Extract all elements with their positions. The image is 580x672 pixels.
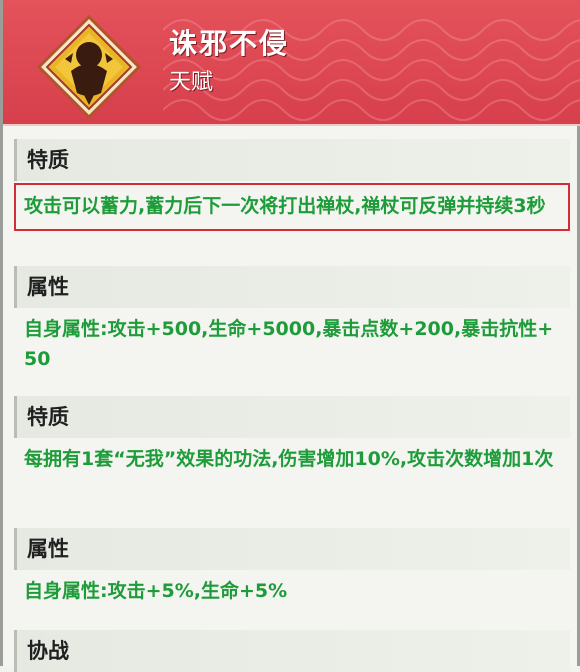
section-heading: 属性 — [14, 266, 570, 308]
talent-type-label: 天赋 — [169, 70, 214, 95]
talent-header: 诛邪不侵 天赋 — [3, 0, 580, 126]
attribute-section-1: 属性 自身属性:攻击+500,生命+5000,暴击点数+200,暴击抗性+50 — [14, 266, 570, 384]
talent-detail-panel: 诛邪不侵 天赋 特质 攻击可以蓄力,蓄力后下一次将打出禅杖,禅杖可反弹并持续3秒… — [0, 0, 580, 672]
section-text-highlighted: 攻击可以蓄力,蓄力后下一次将打出禅杖,禅杖可反弹并持续3秒 — [14, 183, 570, 231]
attribute-section-2: 属性 自身属性:攻击+5%,生命+5% — [14, 528, 570, 616]
section-text: 自身属性:攻击+500,生命+5000,暴击点数+200,暴击抗性+50 — [24, 318, 554, 370]
talent-title: 诛邪不侵 — [169, 27, 290, 60]
section-text: 每拥有1套“无我”效果的功法,伤害增加10%,攻击次数增加1次 — [24, 448, 554, 470]
section-heading: 特质 — [14, 139, 570, 181]
wave-pattern — [163, 19, 580, 121]
trait-section-2: 特质 每拥有1套“无我”效果的功法,伤害增加10%,攻击次数增加1次 — [14, 396, 570, 484]
trait-section-1: 特质 攻击可以蓄力,蓄力后下一次将打出禅杖,禅杖可反弹并持续3秒 — [14, 139, 570, 231]
section-heading: 特质 — [14, 396, 570, 438]
section-text: 自身属性:攻击+5%,生命+5% — [24, 580, 288, 602]
section-heading: 属性 — [14, 528, 570, 570]
talent-emblem-icon — [36, 14, 142, 120]
